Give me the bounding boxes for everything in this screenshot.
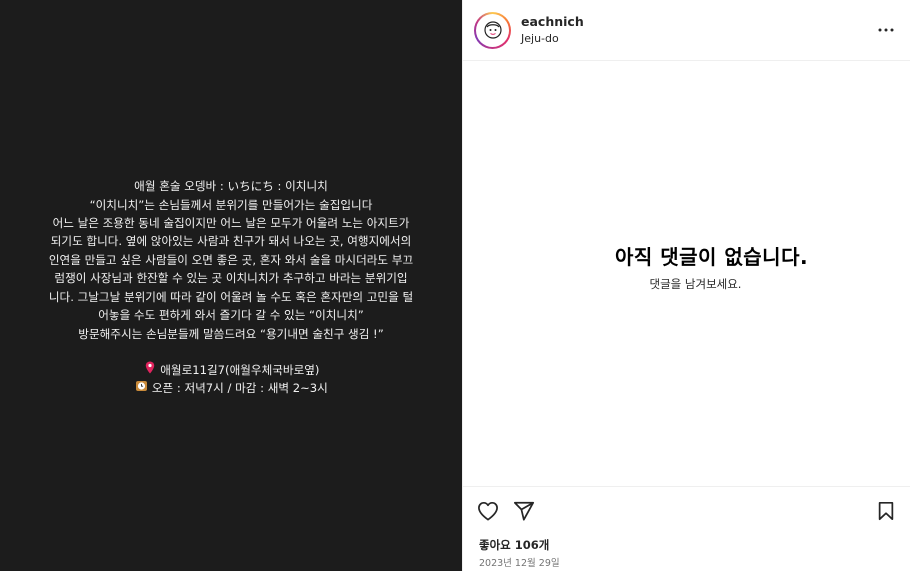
share-icon (513, 501, 535, 521)
caption-line: 인연을 만들고 싶은 사람들이 오면 좋은 곳, 혼자 와서 술을 마시더라도 … (48, 252, 414, 267)
comments-area: 아직 댓글이 없습니다. 댓글을 남겨보세요. (463, 61, 910, 486)
post-date: 2023년 12월 29일 (479, 558, 560, 569)
more-options-button[interactable] (876, 20, 896, 40)
location-link[interactable]: Jeju-do (521, 31, 584, 46)
caption-line: 되기도 합니다. 옆에 앉아있는 사람과 친구가 돼서 나오는 곳, 여행지에서… (50, 234, 412, 249)
caption-gap (11, 343, 451, 361)
caption-line: 니다. 그날그날 분위기에 따라 같이 어울려 놀 수도 혹은 혼자만의 고민을… (48, 289, 414, 304)
post-image: 애월 혼술 오뎅바 : いちにち : 이치니치 “이치니치”는 손님들께서 분위… (0, 0, 462, 571)
heart-icon (478, 501, 498, 521)
avatar-frame (476, 13, 509, 47)
pin-icon (143, 361, 157, 379)
clock-icon (134, 379, 148, 397)
story-ring[interactable] (474, 11, 511, 49)
address-line: 애월로11길7(애월우체국바로옆) (11, 361, 451, 379)
more-icon (878, 28, 894, 32)
share-button[interactable] (512, 499, 536, 523)
caption-line: 럼쟁이 사장님과 한잔할 수 있는 곳 이치니치가 추구하고 바라는 분위기입 (54, 271, 408, 286)
caption-line: 애월 혼술 오뎅바 : いちにち : 이치니치 (134, 179, 328, 194)
hours-line: 오픈 : 저녁7시 / 마감 : 새벽 2~3시 (11, 379, 451, 397)
save-button[interactable] (874, 499, 898, 523)
post-viewer: 애월 혼술 오뎅바 : いちにち : 이치니치 “이치니치”는 손님들께서 분위… (0, 0, 910, 571)
hours-text: 오픈 : 저녁7시 / 마감 : 새벽 2~3시 (151, 381, 328, 396)
caption-line: 방문해주시는 손님분들께 말씀드려요 “용기내면 술친구 생김 !” (78, 326, 384, 341)
username-link[interactable]: eachnich (521, 14, 584, 30)
avatar-illustration-icon (483, 21, 502, 39)
likes-count[interactable]: 좋아요 106개 (479, 537, 549, 553)
comments-panel: eachnich Jeju-do 아직 댓글이 없습니다. 댓글을 남겨보세요. (462, 0, 910, 571)
action-bar (476, 499, 898, 523)
address-text: 애월로11길7(애월우체국바로옆) (160, 362, 320, 377)
post-image-text: 애월 혼술 오뎅바 : いちにち : 이치니치 “이치니치”는 손님들께서 분위… (11, 177, 451, 397)
caption-line: 어놓을 수도 편하게 와서 즐기다 갈 수 있는 “이치니치” (98, 308, 364, 323)
empty-comments-subtitle: 댓글을 남겨보세요. (649, 277, 742, 291)
user-meta: eachnich Jeju-do (521, 14, 584, 46)
post-footer: 좋아요 106개 2023년 12월 29일 (463, 486, 910, 571)
empty-comments-title: 아직 댓글이 없습니다. (614, 245, 809, 269)
like-button[interactable] (476, 499, 500, 523)
post-header: eachnich Jeju-do (463, 0, 910, 61)
bookmark-icon (878, 501, 894, 521)
caption-line: 어느 날은 조용한 동네 술집이지만 어느 날은 모두가 어울려 노는 아지트가 (52, 216, 410, 231)
caption-line: “이치니치”는 손님들께서 분위기를 만들어가는 술집입니다 (89, 197, 373, 212)
avatar (478, 15, 507, 45)
